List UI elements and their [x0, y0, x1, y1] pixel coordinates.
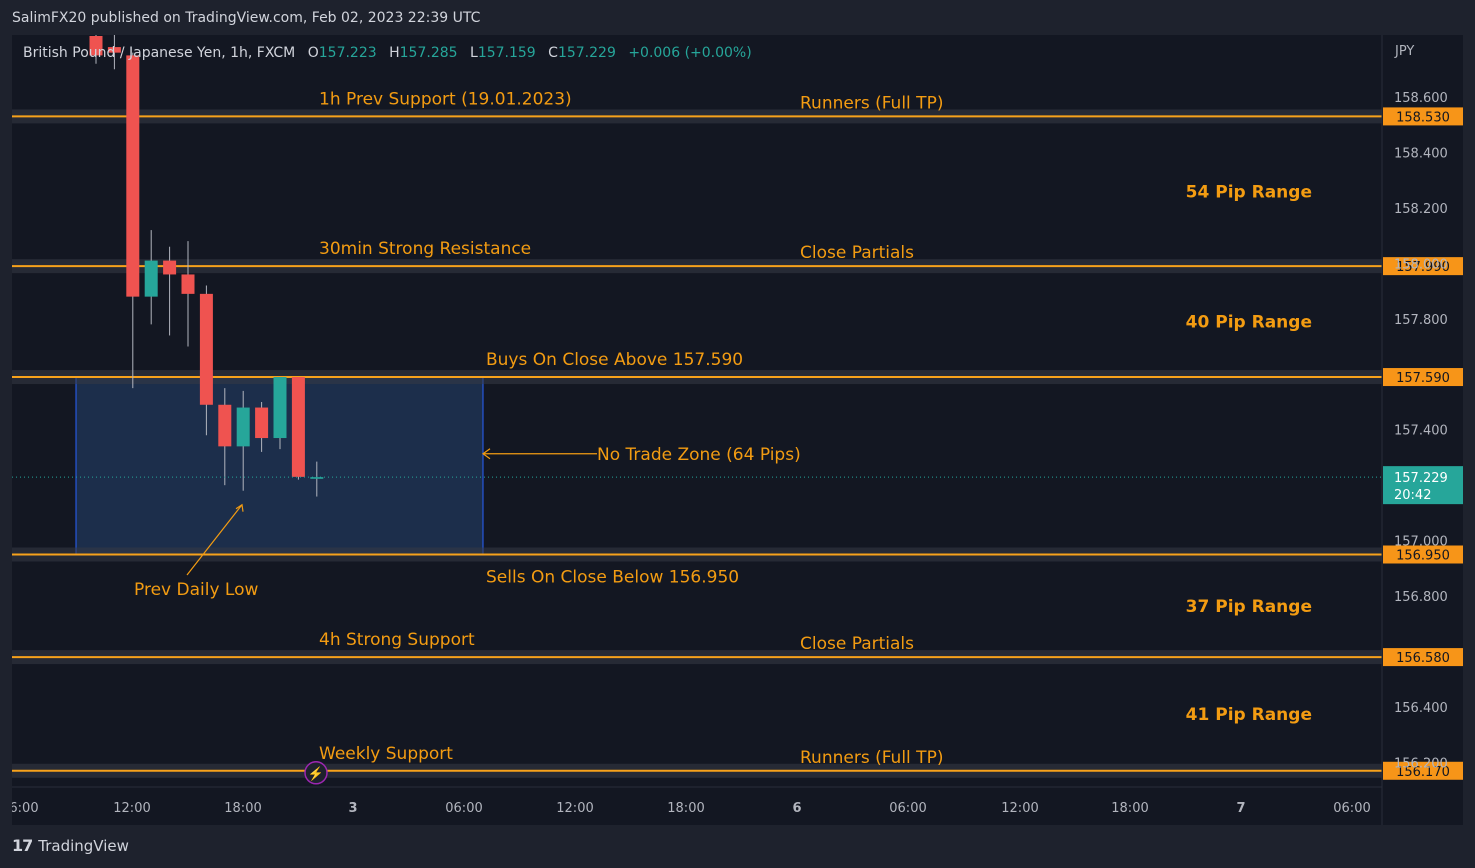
- event-lightning-glyph-icon: ⚡: [308, 766, 324, 782]
- x-tick-0: 6:00: [12, 801, 39, 816]
- candle-body-3: [144, 260, 158, 297]
- range-label-2: 37 Pip Range: [1186, 597, 1312, 617]
- x-tick-5: 12:00: [556, 801, 593, 816]
- candle-body-7: [218, 404, 232, 447]
- low-label: L: [470, 45, 478, 61]
- y-tick-4: 157.800: [1394, 313, 1448, 328]
- range-label-0: 54 Pip Range: [1186, 182, 1312, 202]
- chart-svg[interactable]: 158.530157.990157.590156.950156.580156.1…: [12, 35, 1463, 825]
- y-tick-8: 156.400: [1394, 701, 1448, 716]
- candle-body-4: [163, 260, 177, 275]
- level-label-left-3: Sells On Close Below 156.950: [486, 568, 739, 588]
- high-value: 157.285: [399, 45, 458, 61]
- y-tick-9: 156.200: [1394, 756, 1448, 771]
- level-price-tag-text-0: 158.530: [1396, 110, 1450, 125]
- y-tick-1: 158.400: [1394, 146, 1448, 161]
- last-price-tag-countdown: 20:42: [1394, 488, 1431, 503]
- x-tick-7: 6: [792, 801, 801, 816]
- x-tick-4: 06:00: [445, 801, 482, 816]
- y-tick-2: 158.200: [1394, 202, 1448, 217]
- y-tick-6: 157.000: [1394, 535, 1448, 550]
- y-tick-3: 158.000: [1394, 257, 1448, 272]
- footer-brand-text: TradingView: [38, 836, 129, 855]
- level-label-right-5: Runners (Full TP): [800, 748, 943, 768]
- y-tick-0: 158.600: [1394, 91, 1448, 106]
- currency-label: JPY: [1394, 44, 1414, 59]
- last-price-tag-value: 157.229: [1394, 471, 1448, 486]
- level-label-right-1: Close Partials: [800, 243, 914, 263]
- candle-body-11: [291, 377, 305, 477]
- y-tick-5: 157.400: [1394, 424, 1448, 439]
- low-value: 157.159: [477, 45, 536, 61]
- open-value: 157.223: [318, 45, 377, 61]
- level-price-tag-text-4: 156.580: [1396, 651, 1450, 666]
- chart-frame[interactable]: 158.530 157.990 157.590 156.950 156.580 156.1…: [12, 35, 1463, 825]
- x-tick-9: 12:00: [1001, 801, 1038, 816]
- high-label: H: [389, 45, 400, 61]
- tradingview-logo-icon: 𝟭𝟳: [12, 836, 33, 855]
- candle-body-9: [255, 407, 269, 439]
- symbol-name: British Pound / Japanese Yen, 1h, FXCM: [23, 45, 296, 61]
- x-tick-3: 3: [348, 801, 357, 816]
- candle-body-2: [126, 55, 140, 297]
- x-tick-8: 06:00: [889, 801, 926, 816]
- close-value: 157.229: [557, 45, 616, 61]
- footer-brand[interactable]: 𝟭𝟳 TradingView: [12, 836, 129, 855]
- close-label: C: [548, 45, 558, 61]
- x-tick-2: 18:00: [224, 801, 261, 816]
- zone-label: No Trade Zone (64 Pips): [597, 445, 801, 465]
- x-tick-6: 18:00: [667, 801, 704, 816]
- x-tick-1: 12:00: [113, 801, 150, 816]
- level-label-left-0: 1h Prev Support (19.01.2023): [319, 89, 572, 109]
- level-label-left-4: 4h Strong Support: [319, 630, 475, 650]
- x-tick-12: 06:00: [1333, 801, 1370, 816]
- level-label-left-2: Buys On Close Above 157.590: [486, 350, 743, 370]
- open-label: O: [307, 45, 319, 61]
- candle-body-5: [181, 274, 195, 294]
- candle-body-8: [236, 407, 250, 447]
- x-tick-10: 18:00: [1111, 801, 1148, 816]
- published-header: SalimFX20 published on TradingView.com, …: [12, 10, 481, 26]
- level-label-right-0: Runners (Full TP): [800, 93, 943, 113]
- symbol-legend: British Pound / Japanese Yen, 1h, FXCM O…: [23, 45, 752, 61]
- change-value: +0.006 (+0.00%): [628, 45, 752, 61]
- range-label-1: 40 Pip Range: [1186, 313, 1312, 333]
- level-label-left-1: 30min Strong Resistance: [319, 239, 531, 259]
- y-tick-7: 156.800: [1394, 590, 1448, 605]
- level-price-tag-text-2: 157.590: [1396, 371, 1450, 386]
- candle-body-10: [273, 377, 287, 439]
- level-label-right-4: Close Partials: [800, 634, 914, 654]
- range-label-3: 41 Pip Range: [1186, 705, 1312, 725]
- level-price-tag-text-3: 156.950: [1396, 549, 1450, 564]
- level-label-left-5: Weekly Support: [319, 744, 453, 764]
- candle-body-6: [199, 293, 213, 405]
- x-tick-11: 7: [1236, 801, 1245, 816]
- prev-daily-low-label: Prev Daily Low: [134, 580, 258, 600]
